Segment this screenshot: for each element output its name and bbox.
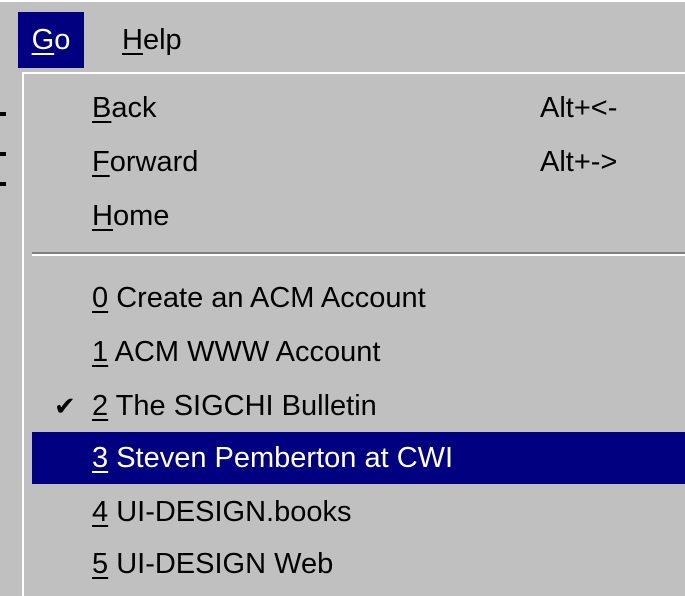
menu-item-text: ome: [112, 200, 170, 232]
menu-item-text: Create an ACM Account: [108, 282, 426, 314]
history-item-5[interactable]: 5 UI-DESIGN Web: [32, 538, 685, 590]
menu-separator: [32, 252, 685, 256]
background-window-mark: [0, 152, 6, 156]
history-item-4[interactable]: 4 UI-DESIGN.books: [32, 486, 685, 538]
background-window-mark: [0, 112, 6, 116]
menu-item-back[interactable]: Back Alt+<-: [32, 82, 685, 134]
menu-item-label: 5 UI-DESIGN Web: [92, 538, 333, 590]
menu-item-shortcut: Alt+<-: [540, 92, 618, 124]
menu-item-accel: F: [92, 146, 110, 178]
menu-help[interactable]: Help: [112, 12, 192, 68]
menu-item-text: UI-DESIGN.books: [108, 496, 352, 528]
background-window-mark: [0, 182, 6, 186]
menu-item-label: Forward: [92, 136, 198, 188]
menu-item-accel: 5: [92, 548, 109, 580]
menu-item-shortcut: Alt+->: [540, 146, 618, 178]
menu-item-accel: H: [92, 200, 113, 232]
checkmark-icon: ✔: [54, 391, 76, 421]
menu-go[interactable]: Go: [18, 12, 84, 68]
history-item-3[interactable]: 3 Steven Pemberton at CWI: [32, 432, 685, 484]
menu-item-accel: 4: [92, 496, 109, 528]
menu-item-accel: B: [92, 92, 112, 124]
menu-item-text: ACM WWW Account: [108, 336, 381, 368]
menu-item-text: UI-DESIGN Web: [108, 548, 334, 580]
menu-bar: Go Help: [0, 0, 685, 74]
background-window-edge: [0, 72, 23, 596]
menu-item-label: Back: [92, 82, 156, 134]
menu-go-rest: o: [54, 24, 71, 56]
menu-help-accel: H: [122, 24, 143, 56]
menu-item-accel: 1: [92, 336, 109, 368]
menu-item-accel: 0: [92, 282, 109, 314]
menu-item-label: 1 ACM WWW Account: [92, 326, 380, 378]
menu-item-text: Steven Pemberton at CWI: [108, 442, 454, 474]
menu-item-text: orward: [109, 146, 199, 178]
history-item-2[interactable]: ✔ 2 The SIGCHI Bulletin: [32, 380, 685, 432]
history-item-1[interactable]: 1 ACM WWW Account: [32, 326, 685, 378]
menu-go-accel: G: [31, 24, 55, 56]
history-item-0[interactable]: 0 Create an ACM Account: [32, 272, 685, 324]
menu-item-forward[interactable]: Forward Alt+->: [32, 136, 685, 188]
menu-item-label: Home: [92, 190, 169, 242]
menu-help-rest: elp: [142, 24, 182, 56]
menu-item-text: ack: [111, 92, 157, 124]
menu-item-label: 3 Steven Pemberton at CWI: [92, 432, 453, 484]
menu-item-accel: 3: [92, 442, 109, 474]
menu-item-label: 0 Create an ACM Account: [92, 272, 426, 324]
menu-item-label: 4 UI-DESIGN.books: [92, 486, 351, 538]
menu-item-home[interactable]: Home: [32, 190, 685, 242]
menu-item-label: 2 The SIGCHI Bulletin: [92, 380, 377, 432]
menu-item-text: The SIGCHI Bulletin: [108, 390, 377, 422]
go-dropdown-menu: Back Alt+<- Forward Alt+-> Home 0 Create…: [22, 72, 685, 596]
menu-item-accel: 2: [92, 390, 109, 422]
